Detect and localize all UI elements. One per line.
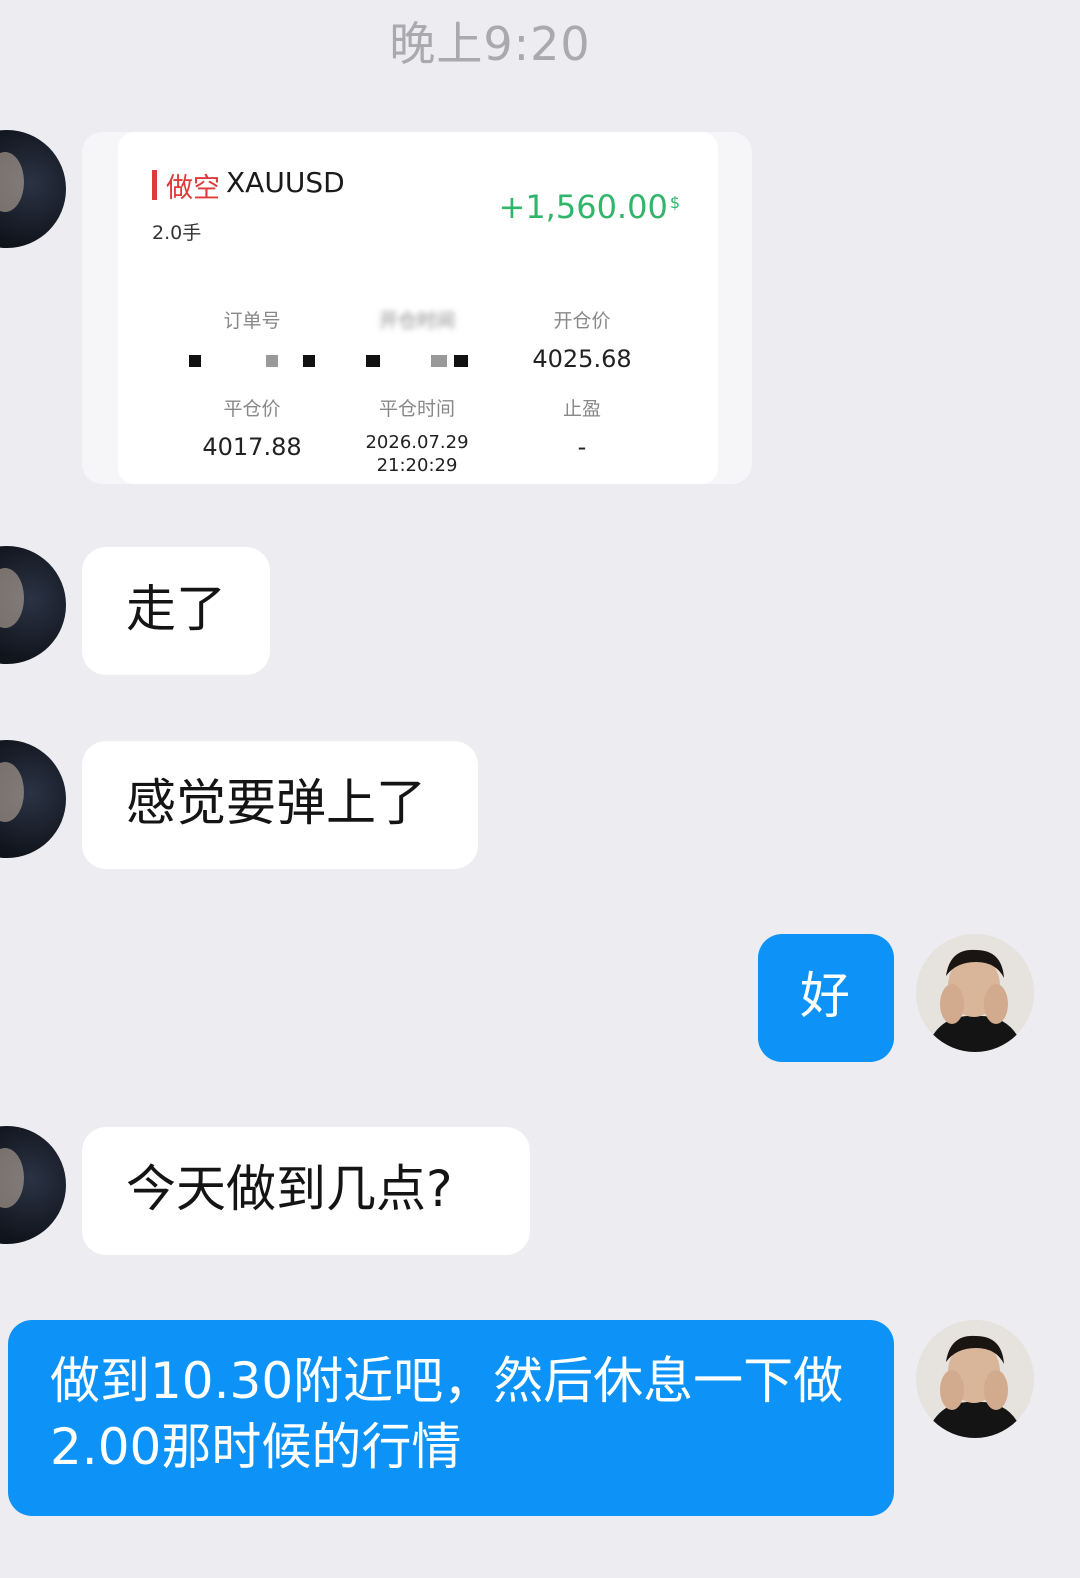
trade-symbol: XAUUSD	[226, 166, 345, 199]
contact-avatar[interactable]	[0, 546, 66, 664]
open-price-value: 4025.68	[532, 345, 632, 373]
message-text: 今天做到几点?	[126, 1160, 453, 1218]
message-text-line-2: 2.00那时候的行情	[50, 1418, 462, 1476]
user-avatar-photo	[916, 934, 1034, 1052]
trade-lots: 2.0手	[152, 222, 202, 244]
pnl-value: +1,560.00	[498, 188, 668, 226]
user-avatar-photo	[916, 1320, 1034, 1438]
trade-pnl: +1,560.00 $	[499, 188, 681, 226]
message-text-line-1: 做到10.30附近吧，然后休息一下做	[50, 1352, 844, 1410]
take-profit-value: -	[577, 433, 587, 461]
short-indicator	[152, 170, 157, 200]
message-timestamp: 晚上9:20	[389, 17, 591, 71]
trade-card: 做空 XAUUSD 2.0手 +1,560.00 $ 订单号 开仓时间 开仓价 …	[118, 132, 718, 484]
message-text: 感觉要弹上了	[126, 774, 426, 832]
message-text: 走了	[126, 580, 226, 638]
message-text: 好	[800, 967, 850, 1025]
contact-avatar[interactable]	[0, 130, 66, 248]
trade-side: 做空	[166, 173, 220, 204]
contact-avatar[interactable]	[0, 1126, 66, 1244]
outgoing-message-bubble[interactable]: 做到10.30附近吧，然后休息一下做 2.00那时候的行情	[8, 1320, 894, 1516]
incoming-message-bubble[interactable]: 感觉要弹上了	[82, 741, 478, 869]
trade-screenshot-message[interactable]: 做空 XAUUSD 2.0手 +1,560.00 $ 订单号 开仓时间 开仓价 …	[82, 132, 752, 484]
open-price-field: 开仓价 4025.68	[482, 306, 682, 373]
incoming-message-bubble[interactable]: 今天做到几点?	[82, 1127, 530, 1255]
user-avatar[interactable]	[916, 934, 1034, 1052]
open-price-label: 开仓价	[553, 310, 611, 332]
pnl-currency: $	[669, 193, 680, 212]
take-profit-field: 止盈 -	[482, 394, 682, 461]
incoming-message-bubble[interactable]: 走了	[82, 547, 270, 675]
contact-avatar[interactable]	[0, 740, 66, 858]
take-profit-label: 止盈	[562, 398, 601, 420]
user-avatar[interactable]	[916, 1320, 1034, 1438]
outgoing-message-bubble[interactable]: 好	[758, 934, 894, 1062]
